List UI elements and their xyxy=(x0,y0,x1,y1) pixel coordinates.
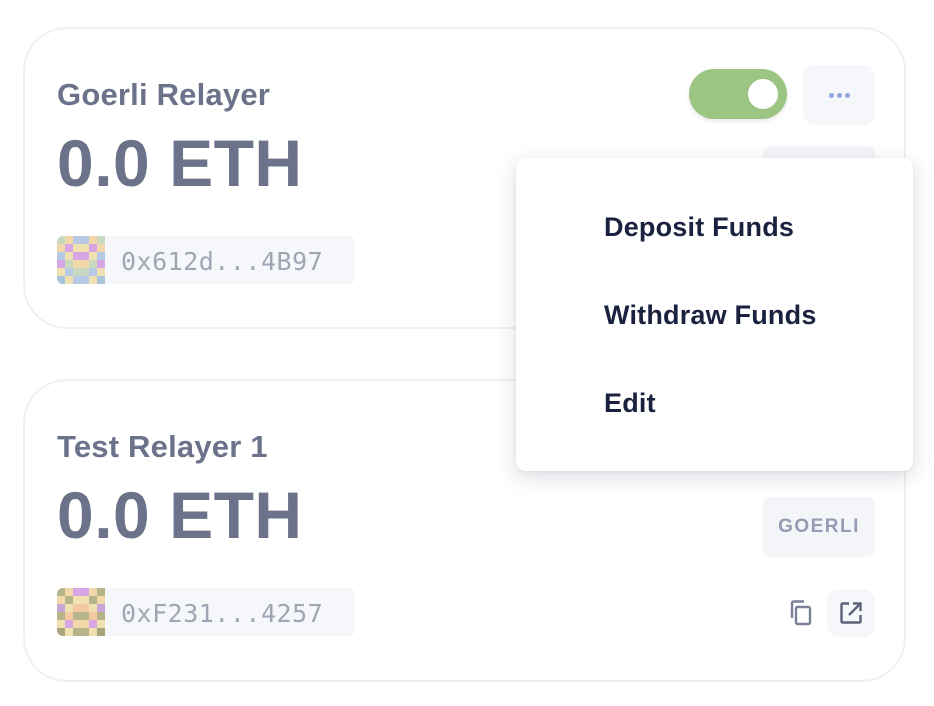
address-chip[interactable]: 0x612d...4B97 xyxy=(57,236,355,284)
relayer-balance: 0.0 ETH xyxy=(57,126,303,200)
menu-item-deposit-funds[interactable]: Deposit Funds xyxy=(604,212,794,243)
menu-item-edit[interactable]: Edit xyxy=(604,388,656,419)
copy-icon xyxy=(790,600,812,626)
more-horizontal-icon xyxy=(828,92,834,98)
external-link-icon xyxy=(840,602,862,624)
relayer-balance: 0.0 ETH xyxy=(57,478,303,552)
open-explorer-button[interactable] xyxy=(827,589,875,637)
identicon-avatar xyxy=(57,588,105,636)
relayer-name: Test Relayer 1 xyxy=(57,429,268,464)
options-menu: Deposit Funds Withdraw Funds Edit xyxy=(516,158,913,471)
copy-address-button[interactable] xyxy=(781,593,821,633)
menu-item-withdraw-funds[interactable]: Withdraw Funds xyxy=(604,300,817,331)
network-badge: GOERLI xyxy=(763,497,875,557)
more-dot xyxy=(844,92,850,98)
more-options-button[interactable] xyxy=(803,65,875,125)
address-text: 0x612d...4B97 xyxy=(121,247,324,276)
identicon-avatar xyxy=(57,236,105,284)
enable-toggle[interactable] xyxy=(689,69,787,119)
toggle-knob xyxy=(748,79,778,109)
relayer-name: Goerli Relayer xyxy=(57,77,271,112)
more-dot xyxy=(836,92,842,98)
address-chip[interactable]: 0xF231...4257 xyxy=(57,588,355,636)
address-text: 0xF231...4257 xyxy=(121,599,324,628)
